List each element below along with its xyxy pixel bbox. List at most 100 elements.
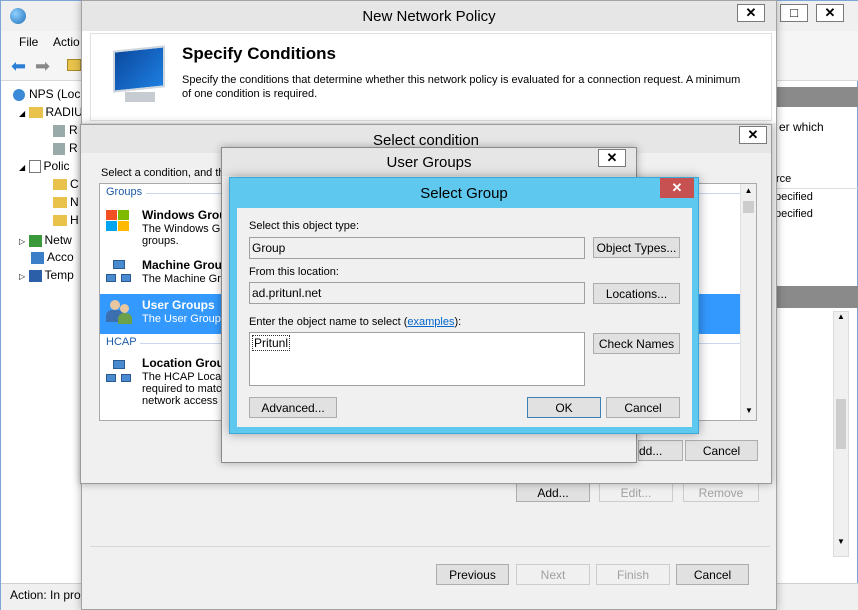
user-groups-titlebar: User Groups ✕ (222, 148, 636, 176)
condition-desc: The User Groups (142, 313, 227, 325)
forward-arrow-icon[interactable]: ➡ (35, 56, 50, 77)
mmc-right-row-1: pecified (775, 191, 813, 203)
menu-file[interactable]: File (19, 35, 38, 49)
condition-desc: required to matc (142, 383, 222, 395)
condition-desc: The Windows G (142, 223, 221, 235)
tree-radius[interactable]: ◢ RADIU (19, 103, 83, 121)
select-group-title: Select Group (420, 185, 508, 202)
examples-link[interactable]: examples (407, 316, 454, 328)
condition-desc: network access (142, 395, 218, 407)
tree-accounting[interactable]: Acco (31, 248, 74, 266)
tree-policies-n[interactable]: N (53, 193, 79, 211)
collapse-arrow-icon: ▷ (19, 237, 26, 246)
object-name-value: Pritunl (252, 335, 291, 351)
network-icon (28, 234, 42, 247)
select-condition-cancel-button[interactable]: Cancel (685, 440, 758, 461)
cancel-button[interactable]: Cancel (606, 397, 680, 418)
scroll-up-arrow-icon[interactable]: ▲ (834, 312, 848, 321)
wizard-header-panel: Specify Conditions Specify the condition… (90, 33, 772, 121)
machine-groups-icon (106, 260, 132, 284)
object-types-button[interactable]: Object Types... (593, 237, 680, 258)
wizard-heading: Specify Conditions (182, 44, 336, 63)
user-groups-title: User Groups (386, 154, 472, 171)
object-name-input[interactable]: Pritunl (249, 332, 585, 386)
check-names-button[interactable]: Check Names (593, 333, 680, 354)
select-condition-add-button[interactable]: dd... (638, 440, 683, 461)
tree-policies[interactable]: ◢ Polic (19, 157, 70, 175)
wizard-cancel-button[interactable]: Cancel (676, 564, 749, 585)
advanced-button[interactable]: Advanced... (249, 397, 337, 418)
location-label: From this location: (249, 266, 339, 278)
wizard-edit-button[interactable]: Edit... (599, 482, 673, 502)
location-field: ad.pritunl.net (249, 282, 585, 304)
select-group-close-button[interactable]: ✕ (660, 178, 694, 198)
object-type-label: Select this object type: (249, 220, 360, 232)
folder-icon (53, 179, 67, 191)
mmc-right-row-2: pecified (775, 208, 813, 220)
back-arrow-icon[interactable]: ⬅ (11, 56, 26, 77)
user-groups-close-button[interactable]: ✕ (598, 149, 626, 167)
mmc-close-button[interactable]: ✕ (816, 4, 844, 22)
wizard-titlebar: New Network Policy ✕ (82, 1, 776, 31)
wizard-next-button[interactable]: Next (516, 564, 590, 585)
tree-policies-c[interactable]: C (53, 175, 79, 193)
mmc-maximize-button[interactable]: □ (780, 4, 808, 22)
wizard-title: New Network Policy (362, 8, 496, 25)
mmc-tree: NPS (Loc ◢ RADIU R R ◢ Polic C N H ▷ Net… (1, 83, 83, 583)
ok-button[interactable]: OK (527, 397, 601, 418)
enter-name-text: Enter the object name to select ( (249, 316, 408, 328)
object-type-field: Group (249, 237, 585, 259)
condition-list-scrollbar[interactable]: ▲ ▼ (740, 184, 756, 420)
policies-icon (28, 160, 41, 174)
condition-title: Windows Grou (142, 208, 227, 222)
tree-templates[interactable]: ▷ Temp (19, 266, 74, 284)
server-icon (53, 142, 65, 155)
mmc-right-scrollbar[interactable]: ▲ ▼ (833, 311, 849, 557)
mmc-right-header-1 (771, 87, 858, 107)
wizard-description-line2: of one condition is required. (182, 88, 318, 100)
tree-radius-child-2[interactable]: R (53, 139, 78, 157)
accounting-icon (31, 251, 44, 264)
locations-button[interactable]: Locations... (593, 283, 680, 304)
wizard-description-line1: Specify the conditions that determine wh… (182, 74, 741, 86)
scroll-thumb[interactable] (743, 201, 754, 213)
scroll-thumb[interactable] (836, 399, 846, 449)
mmc-right-column-header: rce (771, 173, 858, 189)
wizard-finish-button[interactable]: Finish (596, 564, 670, 585)
condition-desc: The Machine Gr (142, 273, 221, 285)
scroll-down-arrow-icon[interactable]: ▼ (834, 537, 848, 546)
expand-arrow-icon: ◢ (19, 109, 26, 118)
scroll-up-arrow-icon[interactable]: ▲ (741, 186, 756, 195)
user-groups-icon (106, 300, 132, 326)
select-condition-close-button[interactable]: ✕ (739, 126, 767, 144)
scroll-down-arrow-icon[interactable]: ▼ (745, 406, 753, 415)
folder-up-icon[interactable] (67, 59, 81, 71)
mmc-right-text: er which (779, 120, 824, 134)
group-header-groups: Groups (106, 186, 143, 198)
group-header-hcap: HCAP (106, 336, 137, 348)
select-group-titlebar: Select Group ✕ (230, 178, 698, 206)
collapse-arrow-icon: ▷ (19, 272, 26, 281)
monitor-icon (109, 45, 171, 106)
wizard-separator (90, 546, 770, 547)
select-condition-instruction: Select a condition, and th (101, 167, 225, 179)
tree-policies-h[interactable]: H (53, 211, 79, 229)
nps-app-icon (10, 8, 26, 24)
condition-title: Location Group (142, 356, 232, 370)
status-text: Action: In pro (10, 588, 81, 602)
condition-title: Machine Group (142, 258, 230, 272)
templates-icon (28, 269, 42, 282)
wizard-remove-button[interactable]: Remove (683, 482, 759, 502)
select-group-body: Select this object type: Group Object Ty… (237, 208, 692, 427)
enter-name-label: Enter the object name to select (example… (249, 316, 461, 328)
wizard-previous-button[interactable]: Previous (436, 564, 509, 585)
folder-icon (28, 107, 43, 119)
wizard-add-button[interactable]: Add... (516, 482, 590, 502)
folder-icon (53, 197, 67, 209)
tree-nps-root[interactable]: NPS (Loc (13, 85, 80, 103)
menu-action[interactable]: Actio (53, 35, 80, 49)
tree-radius-child-1[interactable]: R (53, 121, 78, 139)
nps-icon (13, 88, 25, 101)
tree-network[interactable]: ▷ Netw (19, 231, 72, 249)
wizard-close-button[interactable]: ✕ (737, 4, 765, 22)
